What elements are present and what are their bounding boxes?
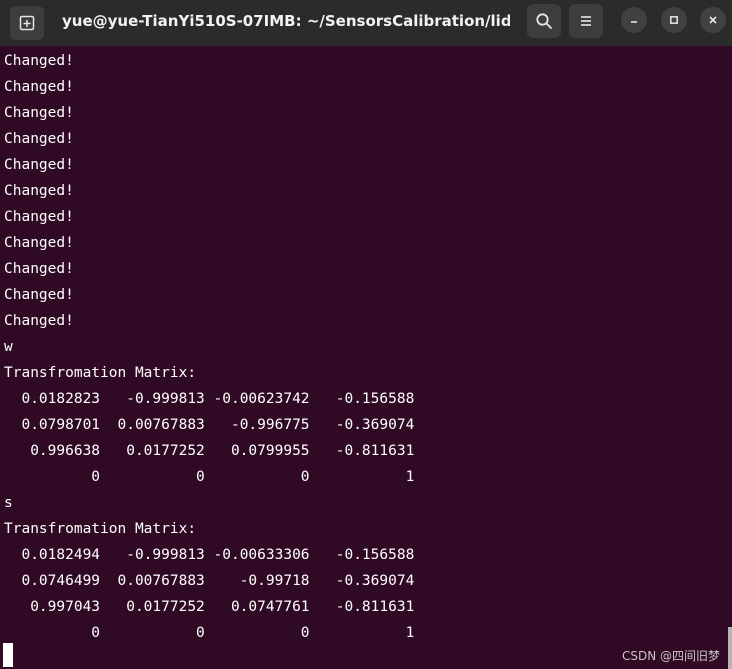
matrix-row: 0.997043 0.0177252 0.0747761 -0.811631: [4, 599, 415, 615]
terminal-line: w: [4, 339, 13, 355]
matrix-row: 0.996638 0.0177252 0.0799955 -0.811631: [4, 443, 415, 459]
terminal-line: Changed!: [4, 287, 74, 303]
terminal-line: Changed!: [4, 209, 74, 225]
maximize-icon: [670, 16, 678, 24]
terminal-line: Changed!: [4, 79, 74, 95]
menu-button[interactable]: [569, 4, 603, 38]
terminal-line: Transfromation Matrix:: [4, 365, 197, 381]
terminal-line: s: [4, 495, 13, 511]
new-tab-icon: [19, 15, 35, 31]
search-icon: [536, 13, 552, 29]
terminal-line: Changed!: [4, 105, 74, 121]
terminal-line: Transfromation Matrix:: [4, 521, 197, 537]
terminal-output[interactable]: Changed! Changed! Changed! Changed! Chan…: [0, 46, 732, 669]
watermark: CSDN @四间旧梦: [621, 649, 720, 663]
terminal-line: Changed!: [4, 261, 74, 277]
maximize-button[interactable]: [661, 7, 687, 33]
scrollbar-thumb[interactable]: [728, 627, 732, 669]
window-title: yue@yue-TianYi510S-07IMB: ~/SensorsCalib…: [62, 12, 510, 30]
terminal-line: Changed!: [4, 235, 74, 251]
terminal-line: Changed!: [4, 53, 74, 69]
title-bar[interactable]: yue@yue-TianYi510S-07IMB: ~/SensorsCalib…: [0, 0, 732, 46]
close-button[interactable]: [700, 7, 726, 33]
minimize-icon: [631, 21, 637, 23]
matrix-row: 0.0746499 0.00767883 -0.99718 -0.369074: [4, 573, 415, 589]
matrix-row: 0.0798701 0.00767883 -0.996775 -0.369074: [4, 417, 415, 433]
new-tab-button[interactable]: [10, 6, 44, 40]
terminal-line: Changed!: [4, 131, 74, 147]
matrix-row: 0.0182823 -0.999813 -0.00623742 -0.15658…: [4, 391, 415, 407]
terminal-line: Changed!: [4, 157, 74, 173]
matrix-row: 0 0 0 1: [4, 469, 415, 485]
close-icon: [709, 16, 717, 24]
matrix-row: 0.0182494 -0.999813 -0.00633306 -0.15658…: [4, 547, 415, 563]
matrix-row: 0 0 0 1: [4, 625, 415, 641]
terminal-line: Changed!: [4, 183, 74, 199]
minimize-button[interactable]: [621, 7, 647, 33]
hamburger-menu-icon: [581, 16, 591, 26]
terminal-window: yue@yue-TianYi510S-07IMB: ~/SensorsCalib…: [0, 0, 732, 669]
search-button[interactable]: [527, 4, 561, 38]
terminal-line: Changed!: [4, 313, 74, 329]
text-cursor: [3, 643, 13, 667]
